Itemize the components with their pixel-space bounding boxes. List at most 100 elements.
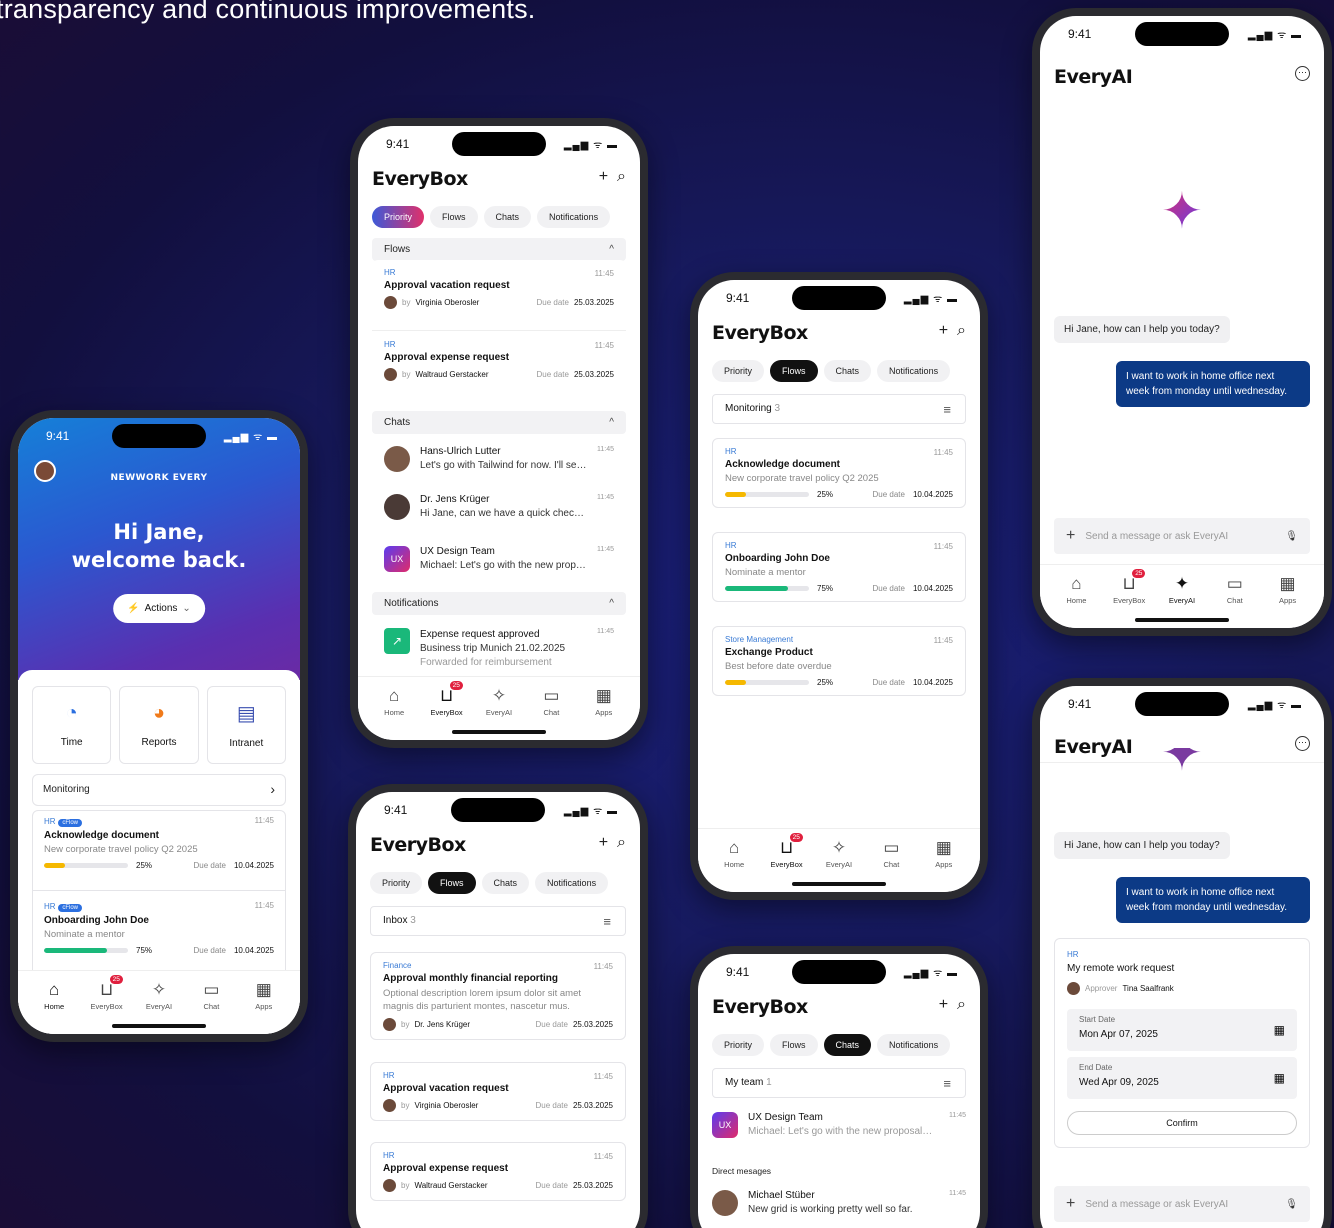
due-label: Due date: [872, 584, 905, 593]
tab-home[interactable]: ⌂ Home: [710, 829, 758, 892]
list-item[interactable]: Finance 11:45 Approval monthly financial …: [370, 952, 626, 1040]
filter-icon[interactable]: ≡: [943, 1076, 951, 1091]
microphone-icon[interactable]: 🎙: [1285, 1199, 1298, 1210]
confirm-button[interactable]: Confirm: [1067, 1111, 1297, 1135]
plus-icon[interactable]: +: [599, 168, 608, 185]
message-input[interactable]: + Send a message or ask EveryAI 🎙: [1054, 518, 1310, 554]
tab-flows[interactable]: Flows: [428, 872, 476, 894]
progress-percent: 25%: [136, 861, 153, 870]
tile-time[interactable]: ◔ Time: [32, 686, 112, 764]
tab-priority[interactable]: Priority: [712, 1034, 765, 1056]
phone-home: 9:41 ▂▄▆ ᯤ ▬ NEWWORK EVERY Hi Jane, welco…: [10, 410, 308, 1042]
tab-flows[interactable]: Flows: [430, 206, 478, 228]
plus-icon[interactable]: +: [939, 996, 948, 1013]
message-input[interactable]: + Send a message or ask EveryAI 🎙: [1054, 1186, 1310, 1222]
list-item[interactable]: HR 11:45 Approval vacation request by Virg…: [370, 1062, 626, 1121]
filter-icon[interactable]: ≡: [603, 914, 611, 929]
chat-row[interactable]: Michael Stüber New grid is working pretty…: [712, 1190, 966, 1216]
tab-chats[interactable]: Chats: [823, 1034, 872, 1056]
plus-icon[interactable]: +: [599, 834, 608, 851]
tab-apps[interactable]: ▦ Apps: [1264, 565, 1312, 628]
tab-priority[interactable]: Priority: [372, 206, 425, 228]
search-icon[interactable]: ⌕: [957, 322, 966, 339]
tab-notifications[interactable]: Notifications: [537, 206, 611, 228]
list-item[interactable]: HR 11:45 Onboarding John Doe Nominate a m…: [712, 532, 966, 602]
progress-row: 25% Due date 10.04.2025: [44, 861, 274, 870]
section-label: Flows: [384, 244, 411, 255]
monitoring-header[interactable]: Monitoring ›: [32, 774, 286, 806]
tab-apps[interactable]: ▦ Apps: [240, 971, 288, 1034]
plus-icon[interactable]: +: [1066, 527, 1075, 545]
team-count: 1: [766, 1077, 772, 1088]
tab-chats[interactable]: Chats: [481, 872, 530, 894]
avatar: [384, 494, 410, 520]
request-card: HR My remote work request Approver Tina S…: [1054, 938, 1310, 1148]
item-time: 11:45: [593, 962, 613, 971]
plus-icon[interactable]: +: [939, 322, 948, 339]
list-item[interactable]: HR 11:45 Approval expense request by Waltr…: [372, 332, 626, 389]
actions-button[interactable]: ⚡ Actions ⌄: [113, 594, 205, 623]
notification-row[interactable]: ↗ Expense request approved Business trip M…: [372, 628, 626, 670]
calendar-icon[interactable]: ▦: [1274, 1023, 1285, 1037]
tab-apps[interactable]: ▦ Apps: [580, 677, 628, 740]
filter-icon[interactable]: ≡: [943, 402, 951, 417]
search-icon[interactable]: ⌕: [957, 996, 966, 1013]
tile-intranet[interactable]: ▤ Intranet: [206, 686, 286, 764]
tab-chats[interactable]: Chats: [483, 206, 532, 228]
inbox-header[interactable]: Inbox 3 ≡: [370, 906, 626, 936]
section-notifications[interactable]: Notifications ^: [372, 592, 626, 615]
search-icon[interactable]: ⌕: [617, 834, 626, 851]
start-date-field[interactable]: Start Date Mon Apr 07, 2025 ▦: [1067, 1009, 1297, 1051]
phone-everybox-monitoring: 9:41 ▂▄▆ ᯤ ▬ EveryBox + ⌕ Priority Flows …: [690, 272, 988, 900]
tab-home[interactable]: ⌂ Home: [370, 677, 418, 740]
tab-chats[interactable]: Chats: [823, 360, 872, 382]
due-date: 25.03.2025: [572, 1181, 613, 1190]
tab-home[interactable]: ⌂ Home: [1052, 565, 1100, 628]
chat-row[interactable]: UX UX Design Team Michael: Let's go with t…: [712, 1112, 966, 1138]
section-chats[interactable]: Chats ^: [372, 411, 626, 434]
chat-time: 11:45: [597, 446, 614, 453]
list-item[interactable]: HR 11:45 Approval expense request by Waltr…: [370, 1142, 626, 1201]
section-flows[interactable]: Flows ^: [372, 238, 626, 261]
tile-reports[interactable]: ◕ Reports: [119, 686, 199, 764]
team-header[interactable]: My team 1 ≡: [712, 1068, 966, 1098]
list-item[interactable]: HR cFlow 11:45 Acknowledge document New c…: [44, 816, 274, 870]
progress-fill: [44, 863, 65, 868]
tab-notifications[interactable]: Notifications: [535, 872, 609, 894]
chat-row[interactable]: UX UX Design Team Michael: Let's go with t…: [372, 546, 626, 572]
search-icon[interactable]: ⌕: [617, 168, 626, 185]
list-item[interactable]: HR 11:45 Acknowledge document New corpora…: [712, 438, 966, 508]
chat-row[interactable]: Hans-Ulrich Lutter Let's go with Tailwind…: [372, 446, 626, 472]
category-tag: HR: [383, 1151, 395, 1160]
more-options-icon[interactable]: ⋯: [1295, 66, 1310, 81]
more-options-icon[interactable]: ⋯: [1295, 736, 1310, 751]
request-title: My remote work request: [1067, 963, 1175, 974]
tab-priority[interactable]: Priority: [370, 872, 423, 894]
due-date: 10.04.2025: [912, 490, 953, 499]
welcome-heading: Hi Jane, welcome back.: [18, 518, 300, 574]
tab-flows[interactable]: Flows: [770, 1034, 818, 1056]
flow-badge: cFlow: [58, 904, 83, 912]
chat-row[interactable]: Dr. Jens Krüger Hi Jane, can we have a qu…: [372, 494, 626, 520]
monitoring-header[interactable]: Monitoring 3 ≡: [712, 394, 966, 424]
tab-notifications[interactable]: Notifications: [877, 1034, 951, 1056]
tab-flows[interactable]: Flows: [770, 360, 818, 382]
chevron-up-icon: ^: [609, 598, 614, 609]
progress-fill: [725, 680, 746, 685]
tab-apps[interactable]: ▦ Apps: [920, 829, 968, 892]
tab-home[interactable]: ⌂ Home: [30, 971, 78, 1034]
microphone-icon[interactable]: 🎙: [1285, 531, 1298, 542]
tab-notifications[interactable]: Notifications: [877, 360, 951, 382]
chevron-down-icon: ⌄: [182, 603, 191, 614]
list-item[interactable]: HR 11:45 Approval vacation request by Virg…: [372, 260, 626, 317]
everyai-request-screen: 9:41 ▂▄▆ ᯤ ▬ EveryAI ⋯ ✦ Hi Jane, how can…: [1040, 686, 1324, 1228]
apps-grid-icon: ▦: [935, 838, 952, 857]
end-date-field[interactable]: End Date Wed Apr 09, 2025 ▦: [1067, 1057, 1297, 1099]
plus-icon[interactable]: +: [1066, 1195, 1075, 1213]
approver-row: Approver Tina Saalfrank: [1067, 982, 1174, 995]
list-item[interactable]: HR cFlow 11:45 Onboarding John Doe Nomina…: [44, 901, 274, 955]
list-item[interactable]: Store Management 11:45 Exchange Product B…: [712, 626, 966, 696]
tab-priority[interactable]: Priority: [712, 360, 765, 382]
calendar-icon[interactable]: ▦: [1274, 1071, 1285, 1085]
approver-name: Tina Saalfrank: [1122, 984, 1174, 993]
